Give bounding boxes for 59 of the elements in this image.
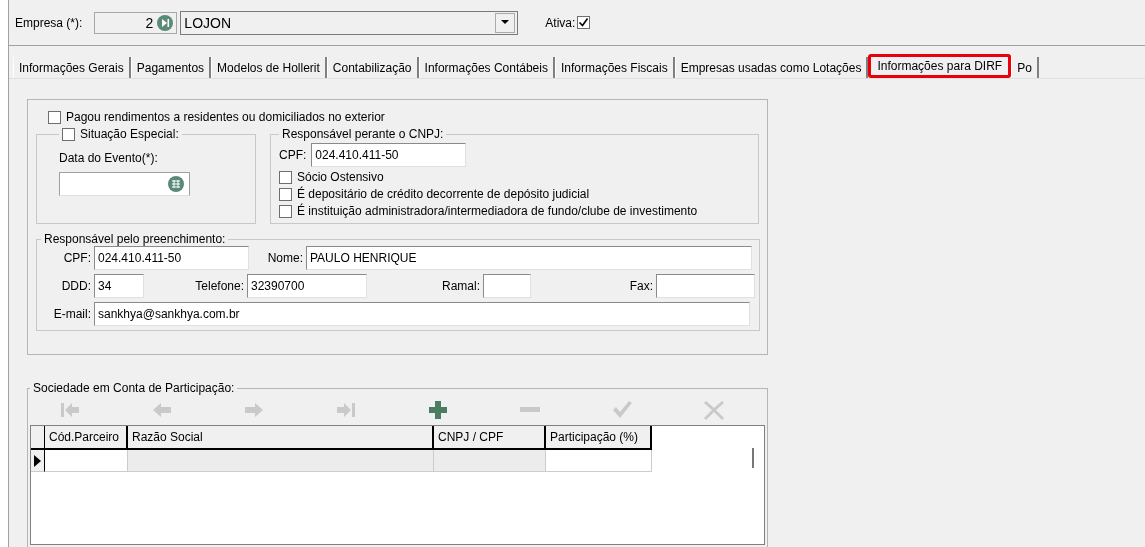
checkbox-label: Sócio Ostensivo (297, 170, 384, 184)
checkbox-label: É instituição administradora/intermediadora de fundo/clube de investimento (297, 204, 698, 218)
caret-icon[interactable] (501, 20, 510, 25)
field-label: CPF: (279, 148, 307, 162)
field-label: Ramal: (441, 279, 480, 293)
checkbox-label: É depositário de crédito decorrente de depósito judicial (297, 187, 590, 201)
row-indicator[interactable] (31, 450, 45, 472)
group-title: Responsável pelo preenchimento: (44, 232, 226, 246)
input-field[interactable]: PAULO HENRIQUE (306, 246, 752, 270)
group-title: Responsável perante o CNPJ: (282, 127, 444, 141)
checkbox[interactable] (62, 127, 75, 141)
company-code-field[interactable]: 2 (94, 11, 178, 34)
column-header[interactable]: Cód.Parceiro (45, 426, 128, 450)
table-cell[interactable] (45, 450, 128, 472)
column-header[interactable]: CNPJ / CPF (434, 426, 546, 450)
checkbox[interactable] (279, 170, 292, 184)
input-field[interactable]: 34 (94, 274, 144, 298)
input-field[interactable] (656, 274, 755, 298)
checkbox-label: Situação Especial: (80, 127, 179, 141)
group-title: Sociedade em Conta de Participação: (33, 381, 235, 395)
column-header[interactable]: Razão Social (128, 426, 434, 450)
input-field[interactable]: sankhya@sankhya.com.br (94, 302, 750, 326)
field-label: Fax: (628, 279, 653, 293)
checkbox-label: Pagou rendimentos a residentes ou domiciliados no exterior (66, 110, 385, 124)
date-field[interactable] (59, 172, 190, 196)
grid-corner (31, 426, 45, 450)
active-label: Ativa: (545, 15, 576, 30)
field-label: E-mail: (52, 307, 91, 321)
table-cell[interactable] (128, 450, 434, 472)
field-label: CPF: (62, 251, 91, 265)
table-cell[interactable] (546, 450, 652, 472)
checkbox[interactable] (48, 110, 61, 124)
forward-icon[interactable] (157, 14, 174, 31)
field-label: Telefone: (194, 279, 244, 293)
plus-icon[interactable] (426, 399, 450, 421)
table-cell[interactable] (434, 450, 546, 472)
company-label: Empresa (*): (15, 15, 83, 30)
field-label: DDD: (60, 279, 91, 293)
company-dropdown[interactable]: LOJON (180, 10, 519, 35)
calendar-icon[interactable] (168, 176, 184, 192)
tab[interactable]: Informações Contábeis (418, 57, 555, 78)
checkbox[interactable] (279, 204, 292, 218)
input-field[interactable] (483, 274, 531, 298)
tab[interactable]: Informações Fiscais (554, 57, 675, 78)
field-label: Nome: (266, 251, 303, 265)
scrollbar-thumb[interactable] (752, 448, 754, 468)
input-field[interactable]: 024.410.411-50 (311, 143, 467, 167)
column-header[interactable]: Participação (%) (546, 426, 652, 450)
tab[interactable]: Contabilização (326, 57, 419, 78)
tab[interactable]: Po (1011, 57, 1039, 78)
active-checkbox[interactable] (577, 16, 591, 29)
field-label: Data do Evento(*): (59, 151, 159, 165)
input-field[interactable]: 32390700 (247, 274, 367, 298)
tab[interactable]: Informações para DIRF (868, 54, 1012, 78)
input-field[interactable]: 024.410.411-50 (94, 246, 249, 270)
checkbox[interactable] (279, 187, 292, 201)
tab[interactable]: Pagamentos (130, 57, 212, 78)
tab[interactable]: Informações Gerais (13, 57, 131, 78)
tab[interactable]: Modelos de Hollerit (211, 57, 327, 78)
